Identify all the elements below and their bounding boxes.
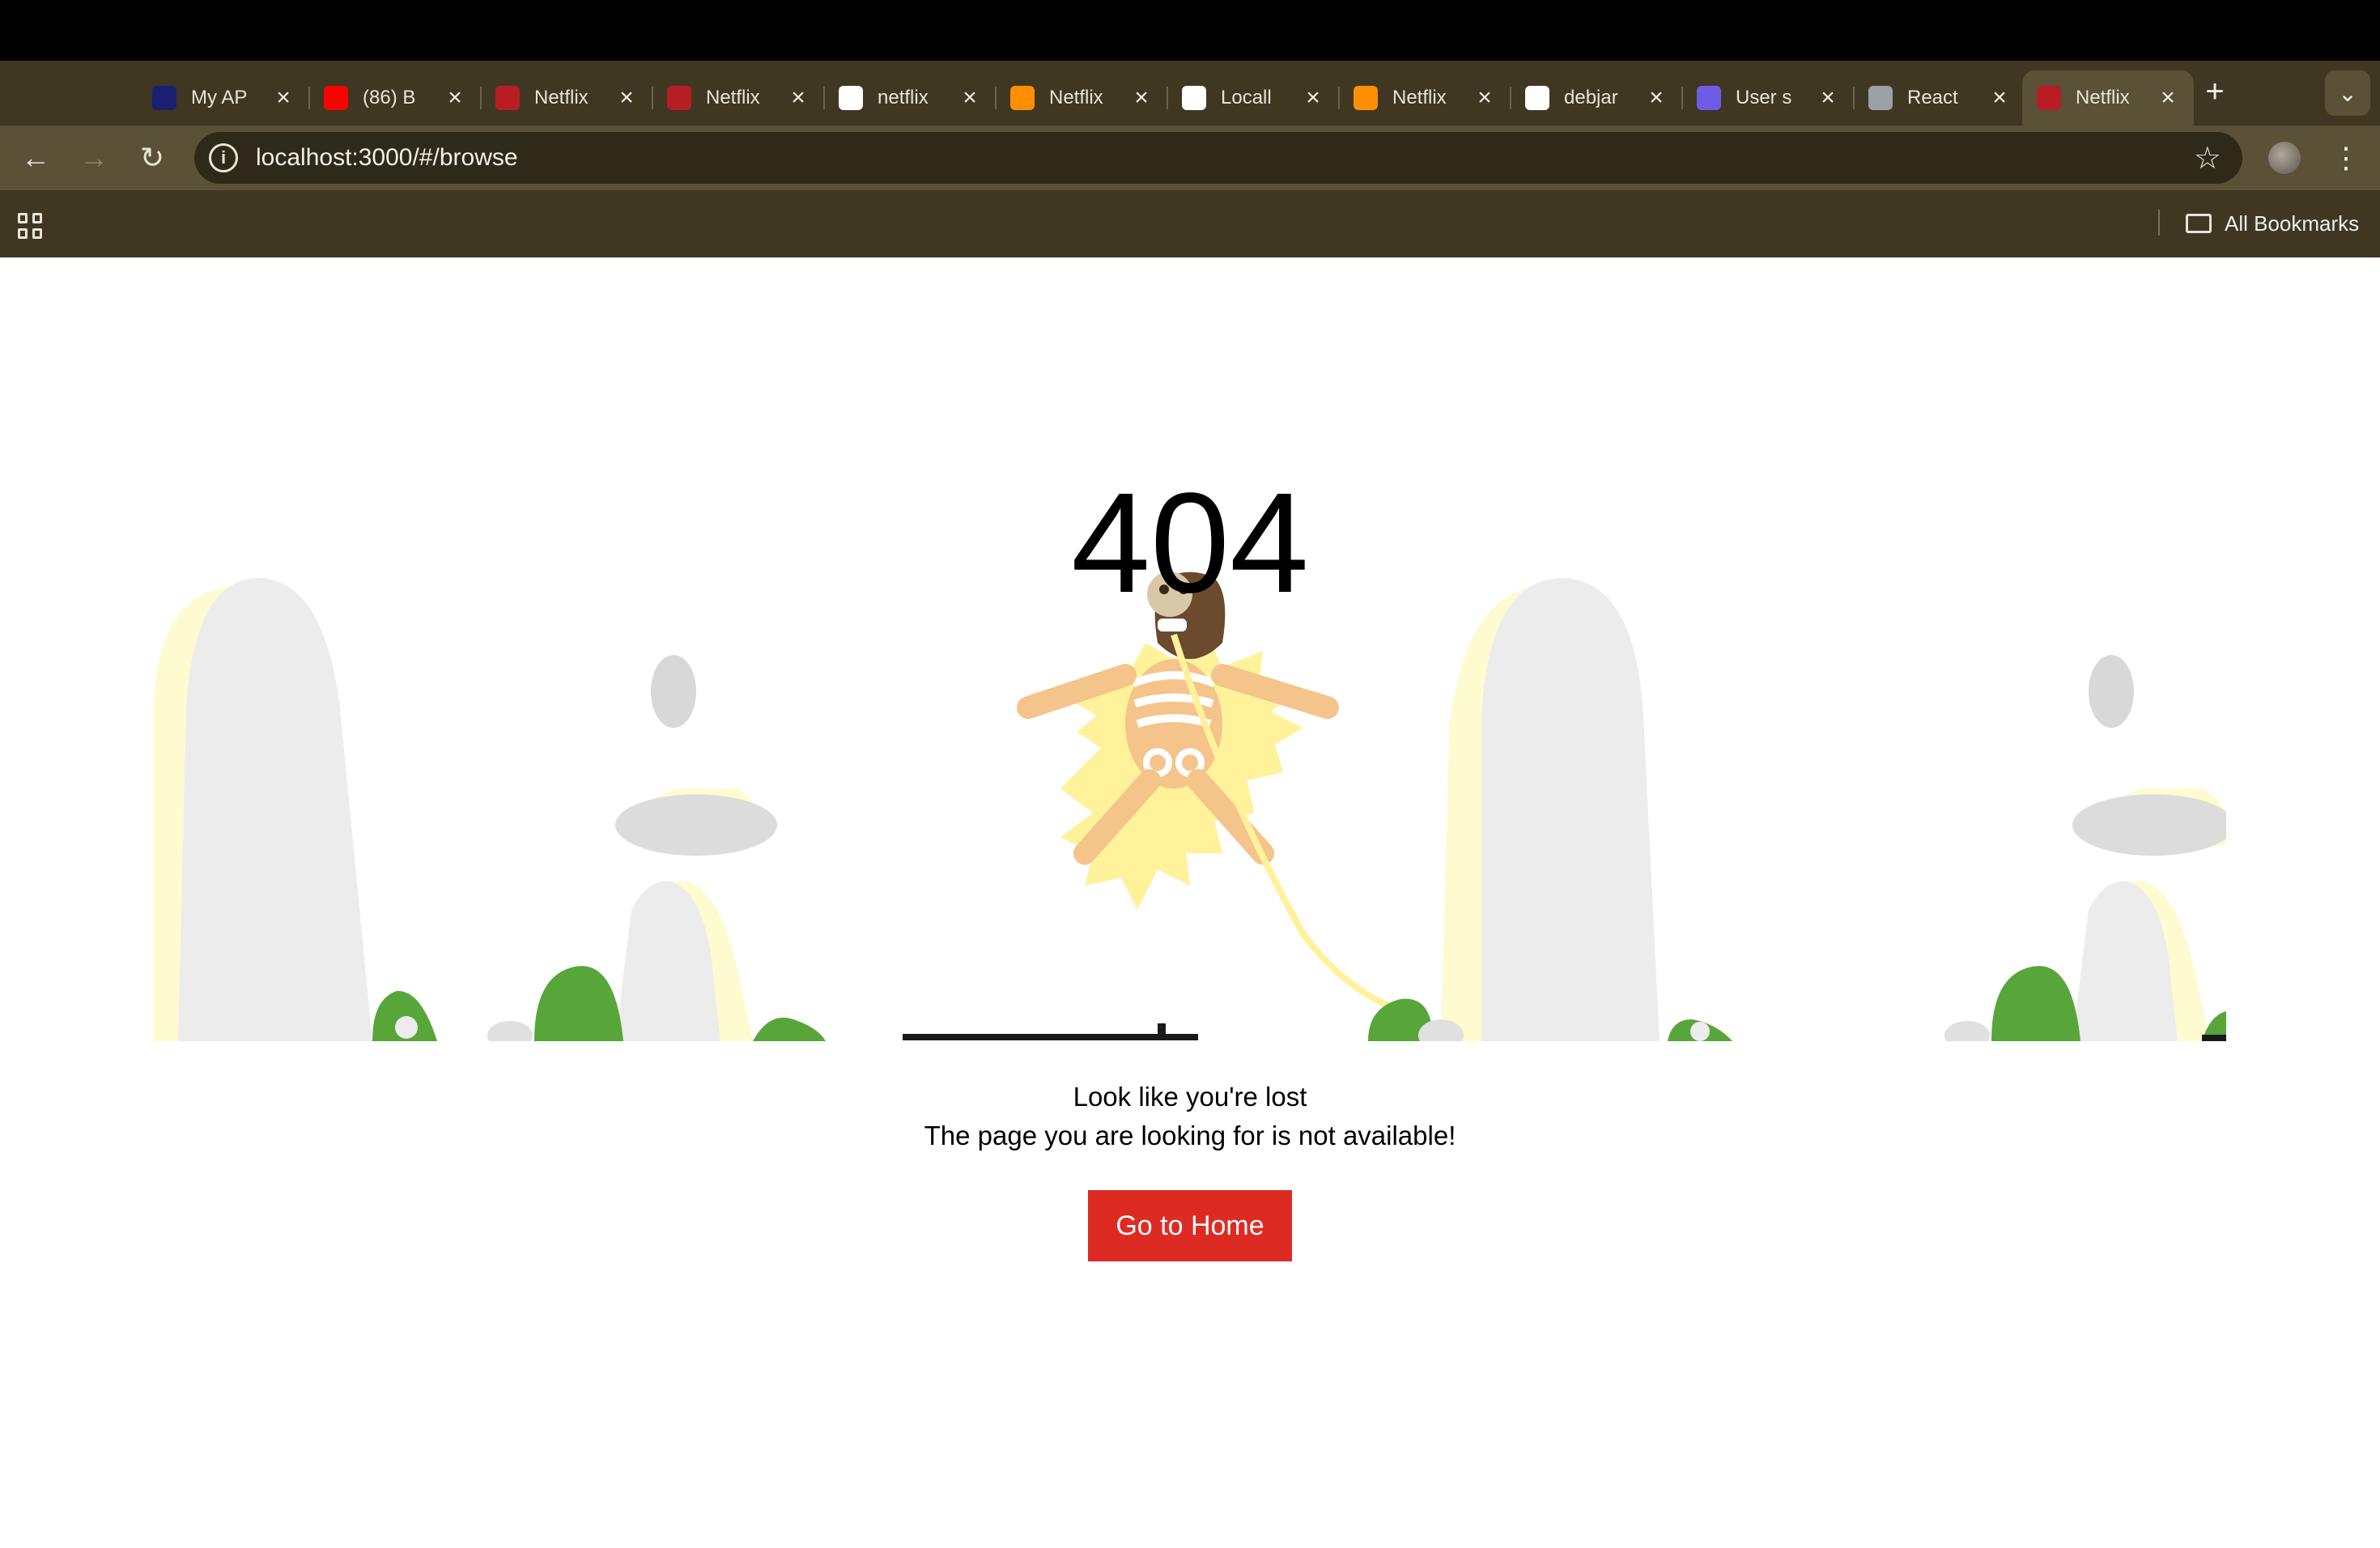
rock-stack-right (1944, 655, 2226, 1041)
grave-spear (753, 1017, 1198, 1041)
tab-title: Netflix (2076, 87, 2130, 108)
tab-title: Netflix (534, 87, 589, 108)
profile-avatar[interactable] (2268, 142, 2301, 174)
close-icon[interactable]: × (1470, 84, 1499, 112)
tab-title: Netflix (1049, 87, 1103, 108)
browser-tab[interactable]: debjar × (1511, 70, 1683, 125)
github-icon (839, 86, 863, 110)
browser-toolbar: ← → ↻ i localhost:3000/#/browse ☆ ⋮ (0, 125, 2380, 190)
window-topbar (0, 0, 2380, 61)
browser-tab[interactable]: User s × (1682, 70, 1855, 125)
browser-tab[interactable]: Netflix × (996, 70, 1168, 125)
forward-button[interactable]: → (73, 137, 115, 179)
rock-stack-left (487, 655, 777, 1041)
apps-grid-icon[interactable] (18, 213, 44, 239)
arrow-left-icon: ← (21, 141, 50, 174)
browser-tab[interactable]: React × (1854, 70, 2026, 125)
menu-kebab-icon[interactable]: ⋮ (2331, 138, 2361, 177)
bush-left (372, 990, 437, 1041)
tab-title: Netflix (1392, 87, 1447, 108)
netflix-icon (667, 86, 691, 110)
close-icon[interactable]: × (1298, 84, 1328, 112)
browser-tab[interactable]: (86) B × (309, 70, 482, 125)
browser-tab[interactable]: My AP × (138, 70, 310, 125)
tab-title: My AP (191, 87, 248, 108)
skeleton-character (1017, 572, 1417, 1019)
netflix-icon (495, 86, 520, 110)
close-icon[interactable]: × (269, 84, 298, 112)
tombstone-left (154, 578, 372, 1041)
close-icon[interactable]: × (440, 84, 470, 112)
tab-title: netflix (878, 87, 929, 108)
github-icon (1525, 86, 1549, 110)
tombstone-center (1368, 578, 1732, 1041)
arrow-right-icon: → (79, 141, 108, 174)
browser-chrome: + ⌄ My AP × (86) B × Netflix × Netflix × netflix… (0, 61, 2380, 257)
tab-search-button[interactable]: ⌄ (2325, 70, 2370, 116)
lost-message: Look like you're lost (1073, 1082, 1307, 1112)
close-icon[interactable]: × (784, 84, 813, 112)
browser-tab[interactable]: netflix × (824, 70, 997, 125)
address-bar[interactable]: i localhost:3000/#/browse ☆ (194, 132, 2242, 184)
close-icon[interactable]: × (955, 84, 984, 112)
not-available-message: The page you are looking for is not avai… (924, 1121, 1456, 1150)
tab-title: Netflix (706, 87, 760, 108)
page-content: 404 Look like you're lost The page you a… (0, 257, 2380, 1548)
firebase-icon (1010, 86, 1035, 110)
bookmarks-bar: All Bookmarks (0, 190, 2380, 257)
chatgpt-icon (1182, 86, 1206, 110)
folder-icon (2186, 214, 2212, 233)
tab-title: React (1907, 87, 1958, 108)
chevron-down-icon: ⌄ (2338, 80, 2357, 106)
error-code: 404 (1071, 464, 1309, 623)
tab-title: (86) B (363, 87, 416, 108)
globe-icon (1868, 86, 1893, 110)
api-icon (152, 86, 176, 110)
new-tab-button[interactable]: + (2199, 75, 2231, 108)
close-icon[interactable]: × (1813, 84, 1842, 112)
firebase-icon (1354, 86, 1378, 110)
go-home-button[interactable]: Go to Home (1088, 1190, 1292, 1261)
all-bookmarks-label: All Bookmarks (2225, 211, 2360, 236)
bookmarks-divider (2158, 210, 2160, 236)
tab-title: User s (1736, 87, 1792, 108)
url-text[interactable]: localhost:3000/#/browse (256, 144, 2194, 172)
browser-tab[interactable]: Netflix × (1339, 70, 1511, 125)
browser-tab[interactable]: Locall × (1167, 70, 1340, 125)
youtube-icon (324, 86, 348, 110)
bookmark-star-icon[interactable]: ☆ (2194, 140, 2221, 176)
browser-tab[interactable]: Netflix × (652, 70, 825, 125)
chatgpt-icon (1697, 86, 1721, 110)
reload-button[interactable]: ↻ (131, 137, 173, 179)
tab-strip: + ⌄ My AP × (86) B × Netflix × Netflix × netflix… (0, 61, 2380, 125)
tab-title: Locall (1221, 87, 1272, 108)
back-button[interactable]: ← (15, 137, 57, 179)
close-icon[interactable]: × (1642, 84, 1671, 112)
all-bookmarks-button[interactable]: All Bookmarks (2186, 206, 2359, 240)
browser-tab[interactable]: Netflix × (2022, 70, 2194, 125)
close-icon[interactable]: × (2153, 84, 2182, 112)
close-icon[interactable]: × (1985, 84, 2014, 112)
browser-tab[interactable]: Netflix × (481, 70, 653, 125)
close-icon[interactable]: × (612, 84, 641, 112)
tab-title: debjar (1564, 87, 1618, 108)
close-icon[interactable]: × (1127, 84, 1156, 112)
info-icon[interactable]: i (209, 143, 238, 172)
netflix-icon (2037, 86, 2061, 110)
reload-icon: ↻ (139, 141, 165, 174)
